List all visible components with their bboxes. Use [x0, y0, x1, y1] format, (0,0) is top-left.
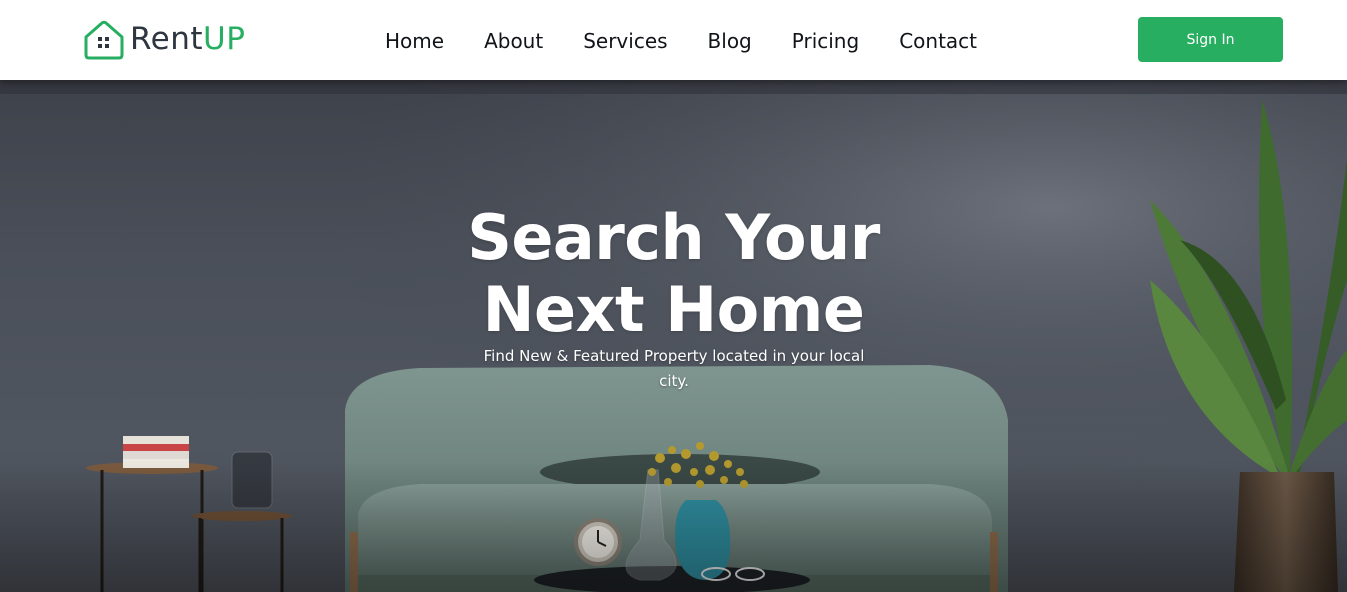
hero-title-line1: Search Your [467, 201, 880, 274]
site-header: RentUP Home About Services Blog Pricing … [0, 0, 1347, 80]
nav-contact[interactable]: Contact [899, 27, 977, 55]
nav-blog[interactable]: Blog [708, 27, 752, 55]
brand-name: RentUP [130, 20, 246, 57]
main-nav: Home About Services Blog Pricing Contact [385, 26, 977, 56]
hero-title-line2: Next Home [482, 273, 865, 346]
nav-about[interactable]: About [484, 27, 543, 55]
hero-title: Search Your Next Home [0, 202, 1347, 346]
nav-home[interactable]: Home [385, 27, 444, 55]
hero-section: Search Your Next Home Find New & Feature… [0, 80, 1347, 592]
house-icon [84, 20, 124, 60]
nav-pricing[interactable]: Pricing [792, 27, 859, 55]
nav-services[interactable]: Services [583, 27, 667, 55]
sign-in-button[interactable]: Sign In [1138, 17, 1283, 62]
hero-subtitle: Find New & Featured Property located in … [483, 347, 865, 390]
brand-logo[interactable]: RentUP [82, 16, 262, 62]
